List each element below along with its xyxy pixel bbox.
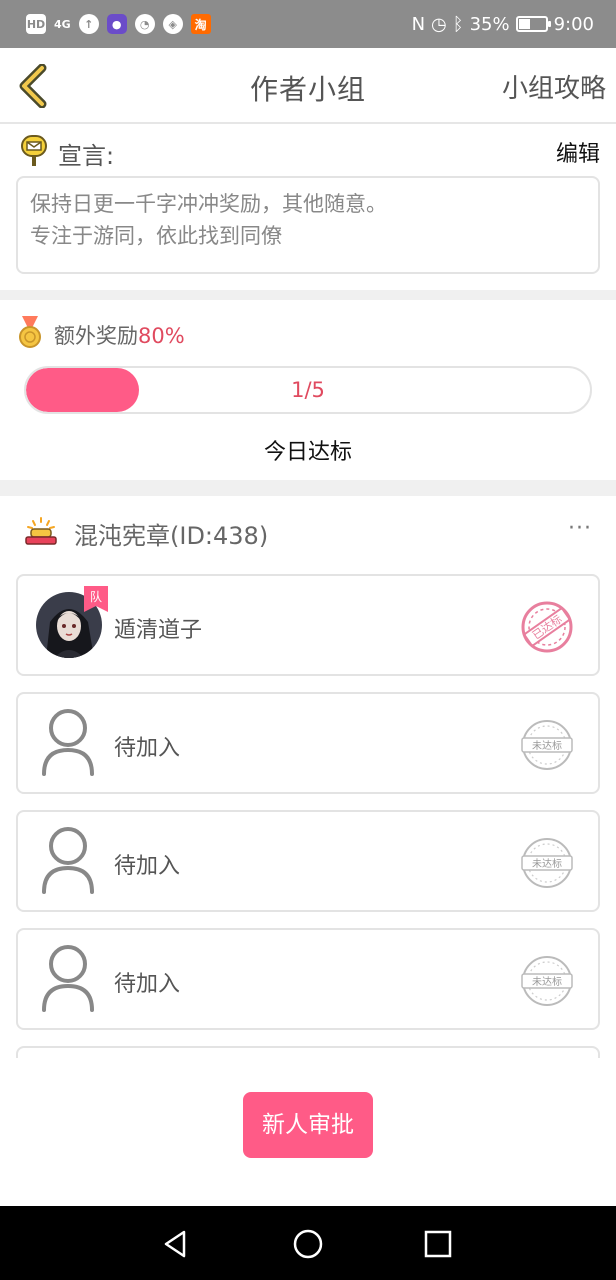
not-reached-stamp-icon: 未达标 [521, 720, 573, 770]
stamp: 未达标 [520, 954, 574, 1008]
stamp-text: 未达标 [532, 740, 562, 752]
more-options-button[interactable]: ··· [568, 516, 592, 541]
mailbox-icon [21, 135, 47, 166]
section-divider [0, 480, 616, 496]
status-bar-left: HD 4G ↑ ● ◔ ◈ 淘 [26, 14, 211, 34]
recents-square-icon[interactable] [422, 1228, 454, 1260]
bonus-percent: 80% [138, 324, 185, 348]
team-name: 混沌宪章(ID:438) [74, 522, 269, 550]
member-name: 待加入 [114, 854, 181, 879]
not-reached-stamp-icon: 未达标 [521, 838, 573, 888]
declaration-header: 宣言: 编辑 [18, 134, 600, 170]
status-bar-right: N ◷ ᛒ 35% 9:00 [412, 14, 594, 35]
signal-icon: 4G [54, 17, 71, 31]
system-nav-bar [0, 1206, 616, 1280]
nfc-icon: N [411, 13, 426, 35]
back-triangle-icon[interactable] [160, 1228, 192, 1260]
stamp: 已达标 [520, 600, 574, 654]
stamp: 未达标 [520, 718, 574, 772]
member-card[interactable]: 待加入 未达标 [16, 928, 600, 1030]
person-icon [42, 827, 94, 894]
team-badge-icon [25, 517, 57, 545]
person-icon [42, 709, 94, 776]
person-icon [42, 945, 94, 1012]
stamp-text: 未达标 [532, 858, 562, 870]
reached-label: 今日达标 [263, 440, 352, 465]
section-divider [0, 290, 616, 300]
declaration-line: 保持日更一千字冲冲奖励，其他随意。 [30, 192, 387, 216]
data-saver-icon: ↑ [78, 14, 99, 34]
battery-icon [515, 16, 551, 32]
declaration-text: 保持日更一千字冲冲奖励，其他随意。 专注于游同，依此找到同僚 [16, 176, 600, 274]
progress-bar: 1/5 [24, 366, 592, 414]
member-name: 待加入 [114, 736, 181, 761]
declaration-label: 宣言: [58, 142, 115, 170]
status-bar: HD 4G ↑ ● ◔ ◈ 淘 N ◷ ᛒ 35% 9:00 [0, 0, 616, 48]
not-reached-stamp-icon: 未达标 [521, 956, 573, 1006]
hd-icon: HD [26, 14, 46, 34]
member-card[interactable]: 待加入 未达标 [16, 692, 600, 794]
declaration-line: 专注于游同，依此找到同僚 [30, 224, 282, 248]
edit-button[interactable]: 编辑 [556, 136, 600, 168]
member-card[interactable]: 队 遁清道子 已达标 [16, 574, 600, 676]
home-circle-icon[interactable] [292, 1228, 324, 1260]
battery-percent: 35% [469, 13, 510, 35]
member-name: 待加入 [114, 972, 181, 997]
member-card[interactable]: 待加入 未达标 [16, 810, 600, 912]
alarm-icon: ◷ [431, 13, 447, 35]
taobao-icon: 淘 [190, 14, 211, 34]
member-name: 遁清道子 [114, 618, 203, 643]
bluetooth-icon: ᛒ [452, 13, 464, 35]
wechat-icon: ◔ [134, 14, 155, 34]
app-icon: ● [106, 14, 127, 34]
captain-tag-label: 队 [89, 590, 102, 604]
medal-icon [19, 316, 41, 348]
progress-count: 1/5 [291, 378, 325, 402]
group-guide-link[interactable]: 小组攻略 [502, 68, 606, 105]
wallet-icon: ◈ [162, 14, 183, 34]
stamp: 未达标 [520, 836, 574, 890]
captain-tag: 队 [84, 586, 108, 612]
bonus-label: 额外奖励 [54, 324, 138, 348]
app-header: 作者小组 小组攻略 [0, 48, 616, 124]
bonus-row: 额外奖励80% [54, 320, 185, 350]
reached-stamp-icon: 已达标 [521, 601, 573, 653]
clock: 9:00 [553, 13, 594, 35]
stamp-text: 未达标 [532, 976, 562, 988]
new-member-approval-button[interactable]: 新人审批 [243, 1092, 373, 1158]
